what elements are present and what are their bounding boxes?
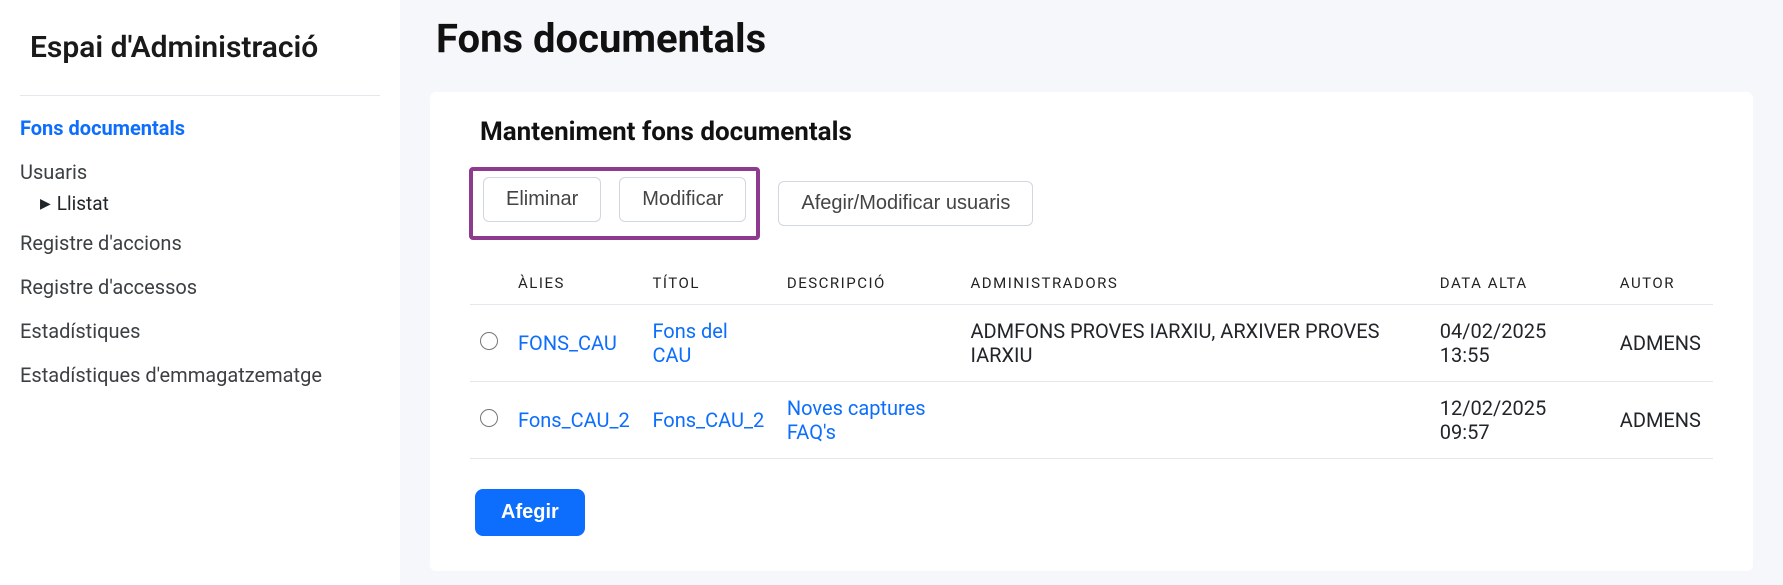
triangle-right-icon: ▶: [40, 196, 51, 212]
add-modify-users-button[interactable]: Afegir/Modificar usuaris: [778, 181, 1033, 226]
table-header-alias: Àlies: [508, 262, 642, 305]
sidebar-item-estadistiques[interactable]: Estadístiques: [20, 309, 380, 353]
table-header-description: Descripció: [777, 262, 961, 305]
cell-alias-link[interactable]: FONS_CAU: [518, 331, 617, 355]
cell-author: ADMENS: [1610, 382, 1713, 459]
sidebar-item-registre-accions[interactable]: Registre d'accions: [20, 221, 380, 265]
row-radio[interactable]: [480, 332, 498, 350]
modify-button[interactable]: Modificar: [619, 177, 746, 222]
main-content: Fons documentals Manteniment fons docume…: [400, 0, 1783, 585]
sidebar-item-fons-documentals[interactable]: Fons documentals: [20, 106, 380, 150]
cell-author: ADMENS: [1610, 305, 1713, 382]
sidebar-item-registre-accessos[interactable]: Registre d'accessos: [20, 265, 380, 309]
sidebar: Espai d'Administració Fons documentals U…: [0, 0, 400, 585]
table-header-author: Autor: [1610, 262, 1713, 305]
page-title: Fons documentals: [430, 15, 1753, 62]
action-button-row: Eliminar Modificar Afegir/Modificar usua…: [470, 167, 1713, 240]
sidebar-item-usuaris[interactable]: Usuaris: [20, 150, 380, 186]
add-button[interactable]: Afegir: [475, 489, 585, 536]
sidebar-nav: Fons documentals Usuaris ▶ Llistat Regis…: [20, 106, 380, 397]
row-radio[interactable]: [480, 409, 498, 427]
table-header-title: Títol: [642, 262, 776, 305]
cell-title-link[interactable]: Fons_CAU_2: [652, 408, 764, 432]
panel-manteniment: Manteniment fons documentals Eliminar Mo…: [430, 92, 1753, 571]
cell-title-link[interactable]: Fons del CAU: [652, 319, 727, 367]
delete-button[interactable]: Eliminar: [483, 177, 601, 222]
cell-created: 04/02/2025 13:55: [1430, 305, 1610, 382]
sidebar-subitem-llistat[interactable]: ▶ Llistat: [20, 186, 380, 221]
table-row: FONS_CAU Fons del CAU ADMFONS PROVES IAR…: [470, 305, 1713, 382]
fons-table: Àlies Títol Descripció Administradors Da…: [470, 262, 1713, 459]
panel-title: Manteniment fons documentals: [470, 117, 1713, 147]
highlight-box: Eliminar Modificar: [469, 167, 760, 240]
cell-admins: ADMFONS PROVES IARXIU, ARXIVER PROVES IA…: [961, 305, 1430, 382]
table-header-admins: Administradors: [961, 262, 1430, 305]
table-header-created: Data alta: [1430, 262, 1610, 305]
sidebar-title: Espai d'Administració: [20, 30, 380, 96]
table-row: Fons_CAU_2 Fons_CAU_2 Noves captures FAQ…: [470, 382, 1713, 459]
table-header-select: [470, 262, 508, 305]
cell-admins: [961, 382, 1430, 459]
sidebar-subitem-label: Llistat: [57, 192, 109, 215]
sidebar-item-estadistiques-emmagatzematge[interactable]: Estadístiques d'emmagatzematge: [20, 353, 380, 397]
cell-description-link[interactable]: Noves captures FAQ's: [787, 396, 926, 444]
cell-alias-link[interactable]: Fons_CAU_2: [518, 408, 630, 432]
cell-created: 12/02/2025 09:57: [1430, 382, 1610, 459]
